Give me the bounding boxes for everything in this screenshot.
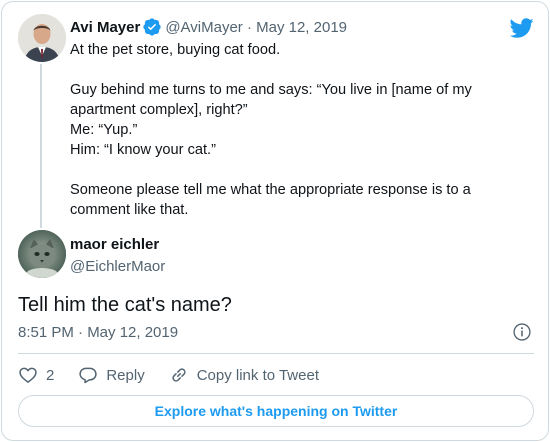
parent-tweet-text: At the pet store, buying cat food. Guy b… [70, 42, 472, 218]
person-avatar-icon [18, 14, 66, 62]
reply-author-name[interactable]: maor eichler [70, 236, 159, 253]
reply-button[interactable]: Reply [78, 365, 145, 385]
reply-icon [79, 367, 98, 384]
reply-author-handle[interactable]: @EichlerMaor [70, 258, 165, 275]
reply-tweet-text: Tell him the cat's name? [18, 294, 232, 316]
divider [18, 353, 534, 354]
action-bar: 2 Reply Copy link to Tweet [18, 362, 343, 388]
copy-link-label: Copy link to Tweet [196, 366, 319, 384]
heart-icon [19, 367, 37, 383]
link-icon [172, 368, 186, 382]
parent-handle-date[interactable]: @AviMayer · May 12, 2019 [165, 19, 347, 36]
verified-badge-icon [143, 18, 161, 36]
tweet-timestamp[interactable]: 8:51 PM · May 12, 2019 [18, 324, 178, 341]
parent-avatar[interactable] [18, 14, 66, 62]
twitter-logo-icon[interactable] [510, 16, 534, 40]
cat-avatar-icon [18, 230, 66, 278]
reply-label: Reply [106, 366, 145, 384]
reply-avatar[interactable] [18, 230, 66, 278]
thread-connector-line [40, 64, 42, 228]
copy-link-button[interactable]: Copy link to Tweet [169, 365, 319, 385]
like-count: 2 [46, 366, 55, 384]
tweet-embed-card: Avi Mayer @AviMayer · May 12, 2019 At th… [1, 1, 549, 441]
parent-header: Avi Mayer @AviMayer · May 12, 2019 [70, 16, 347, 38]
like-button[interactable]: 2 [18, 365, 54, 385]
info-icon[interactable] [512, 322, 532, 342]
parent-author-name[interactable]: Avi Mayer [70, 19, 140, 36]
explore-twitter-button[interactable]: Explore what's happening on Twitter [18, 395, 534, 427]
